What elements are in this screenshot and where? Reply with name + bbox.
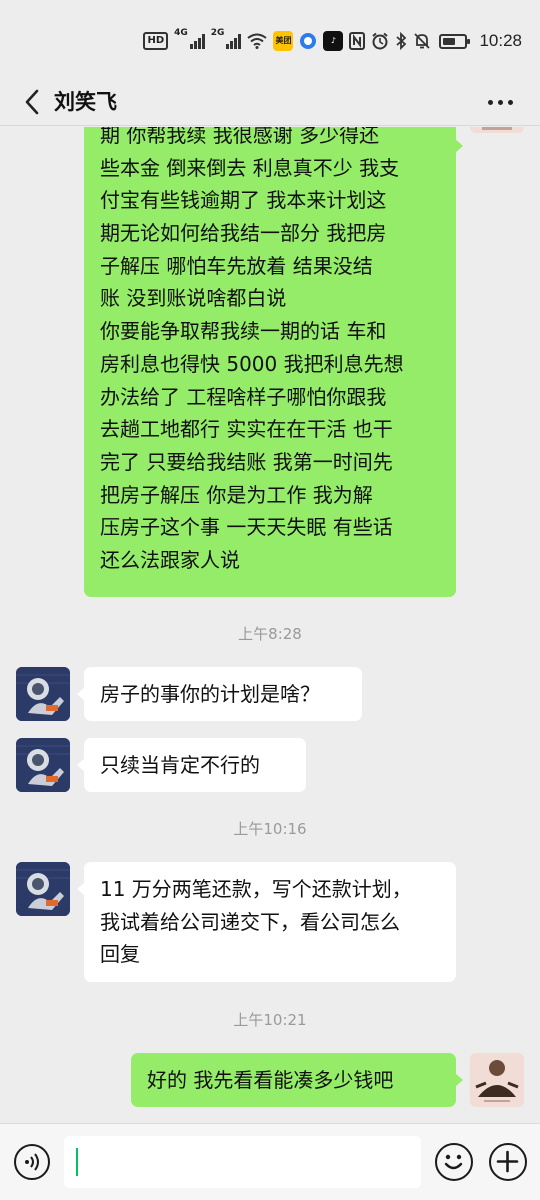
- message-line: 子解压 哪怕车先放着 结果没结: [100, 253, 373, 278]
- message-line: 11 万分两笔还款，写个还款计划，: [100, 877, 412, 901]
- mute-bell-icon: [414, 33, 431, 49]
- status-bar: HD 4G 2G 美团 ♪ 10:28: [0, 0, 540, 78]
- plus-icon: [496, 1150, 519, 1173]
- contact-avatar[interactable]: [16, 667, 70, 721]
- message-line: 些本金 倒来倒去 利息真不少 我支: [100, 155, 400, 180]
- message-line: 房利息也得快 5000 我把利息先想: [100, 351, 404, 376]
- input-bar: [0, 1123, 540, 1200]
- contact-avatar[interactable]: [16, 738, 70, 792]
- chat-header: 刘笑飞: [0, 78, 540, 126]
- message-line: 付宝有些钱逾期了 我本来计划这: [100, 188, 387, 213]
- message-line: 办法给了 工程啥样子哪怕你跟我: [100, 384, 387, 409]
- message-bubble-incoming[interactable]: 11 万分两笔还款，写个还款计划， 我试着给公司递交下，看公司怎么 回复: [77, 862, 456, 982]
- person-icon: [470, 127, 524, 133]
- dot-icon: [507, 99, 513, 105]
- meituan-app-icon: 美团: [273, 31, 294, 51]
- message-bubble-incoming[interactable]: 只续当肯定不行的: [77, 738, 306, 792]
- message-bubble-outgoing[interactable]: 好的 我先看看能凑多少钱吧: [131, 1053, 463, 1107]
- message-line: 我试着给公司递交下，看公司怎么: [100, 909, 400, 934]
- battery-fill: [443, 37, 456, 45]
- network-type-2: 2G: [210, 28, 225, 38]
- signal-icon-1: [189, 33, 205, 49]
- more-options-button[interactable]: [478, 82, 522, 122]
- message-line: 期 你帮我续 我很感谢 多少得还: [100, 127, 380, 147]
- alarm-icon: [372, 32, 389, 50]
- message-line: 期无论如何给我结一部分 我把房: [100, 221, 387, 246]
- bluetooth-icon: [396, 32, 407, 50]
- message-input[interactable]: [64, 1136, 421, 1188]
- message-line: 账 没到账说啥都白说: [100, 286, 287, 311]
- chat-title: 刘笑飞: [54, 90, 117, 114]
- message-line: 完了 只要给我结账 我第一时间先: [100, 449, 393, 474]
- message-bubble-outgoing[interactable]: 期 你帮我续 我很感谢 多少得还 些本金 倒来倒去 利息真不少 我支 付宝有些钱…: [84, 127, 463, 597]
- text-cursor: [76, 1148, 78, 1176]
- hd-icon: HD: [143, 32, 169, 50]
- message-line: 你要能争取帮我续一期的话 车和: [100, 319, 387, 344]
- timestamp: 上午10:21: [233, 1011, 307, 1029]
- voice-icon: [25, 1153, 39, 1171]
- voice-input-button[interactable]: [14, 1144, 50, 1180]
- message-line: 还么法跟家人说: [100, 547, 240, 572]
- back-button[interactable]: [12, 82, 52, 122]
- message-bubble-incoming[interactable]: 房子的事你的计划是啥？: [77, 667, 362, 721]
- more-functions-button[interactable]: [489, 1143, 527, 1181]
- dot-icon: [487, 99, 493, 105]
- astronaut-icon: [16, 862, 70, 916]
- network-type-1: 4G: [174, 28, 188, 38]
- nfc-icon: [349, 32, 366, 50]
- message-line: 去趟工地都行 实实在在干活 也干: [100, 417, 393, 442]
- my-avatar[interactable]: [470, 127, 524, 133]
- timestamp: 上午10:16: [233, 820, 307, 838]
- browser-app-icon: [300, 33, 317, 49]
- tiktok-app-icon: ♪: [323, 31, 344, 51]
- my-avatar[interactable]: [470, 1053, 524, 1107]
- contact-avatar[interactable]: [16, 862, 70, 916]
- astronaut-icon: [16, 667, 70, 721]
- message-line: 压房子这个事 一天天失眠 有些话: [100, 515, 393, 540]
- status-icons: HD 4G 2G 美团 ♪ 10:28: [143, 28, 522, 54]
- wifi-icon: [247, 33, 268, 49]
- message-line: 把房子解压 你是为工作 我为解: [100, 482, 373, 507]
- astronaut-icon: [16, 738, 70, 792]
- smiley-icon: [444, 1154, 463, 1170]
- signal-icon-2: [226, 33, 242, 49]
- timestamp: 上午8:28: [238, 625, 302, 643]
- chevron-left-icon: [25, 89, 39, 115]
- person-icon: [470, 1053, 524, 1107]
- chat-messages[interactable]: 期 你帮我续 我很感谢 多少得还 些本金 倒来倒去 利息真不少 我支 付宝有些钱…: [0, 127, 540, 1123]
- emoji-button[interactable]: [435, 1143, 473, 1181]
- clock-time: 10:28: [479, 31, 522, 50]
- message-line: 回复: [100, 942, 140, 967]
- battery-icon: [439, 33, 471, 49]
- dot-icon: [497, 99, 503, 105]
